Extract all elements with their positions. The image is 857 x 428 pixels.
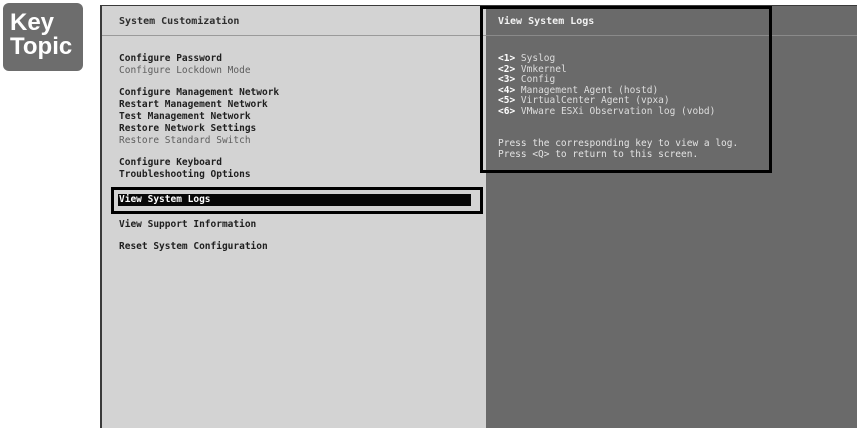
menu-item-reset-system-configuration[interactable]: Reset System Configuration	[119, 241, 469, 253]
pane-title: System Customization	[102, 6, 486, 36]
menu-item-restore-network-settings[interactable]: Restore Network Settings	[119, 123, 469, 135]
menu-group-keyboard: Configure Keyboard Troubleshooting Optio…	[119, 157, 469, 181]
menu-item-configure-keyboard[interactable]: Configure Keyboard	[119, 157, 469, 169]
menu-item-restart-management-network[interactable]: Restart Management Network	[119, 99, 469, 111]
key-topic-badge: Key Topic	[3, 3, 83, 71]
menu-item-configure-lockdown-mode[interactable]: Configure Lockdown Mode	[119, 65, 469, 77]
menu-item-troubleshooting-options[interactable]: Troubleshooting Options	[119, 169, 469, 181]
menu-group-reset: Reset System Configuration	[119, 241, 469, 253]
menu-group-support: View Support Information	[119, 219, 469, 231]
badge-line-2: Topic	[10, 33, 73, 60]
system-customization-pane: System Customization Configure Password …	[102, 6, 486, 428]
menu-item-restore-standard-switch[interactable]: Restore Standard Switch	[119, 135, 469, 147]
badge-line-1: Key	[10, 9, 55, 36]
menu-item-configure-password[interactable]: Configure Password	[119, 53, 469, 65]
menu-group-network: Configure Management Network Restart Man…	[119, 87, 469, 147]
menu-item-test-management-network[interactable]: Test Management Network	[119, 111, 469, 123]
customization-menu: Configure Password Configure Lockdown Mo…	[118, 53, 471, 263]
menu-item-view-support-information[interactable]: View Support Information	[119, 219, 469, 231]
dcui-console-screen: System Customization Configure Password …	[100, 5, 857, 428]
selection-highlight-box	[111, 187, 483, 214]
menu-item-configure-management-network[interactable]: Configure Management Network	[119, 87, 469, 99]
log-panel-highlight-box	[480, 6, 772, 173]
menu-group-security: Configure Password Configure Lockdown Mo…	[119, 53, 469, 77]
